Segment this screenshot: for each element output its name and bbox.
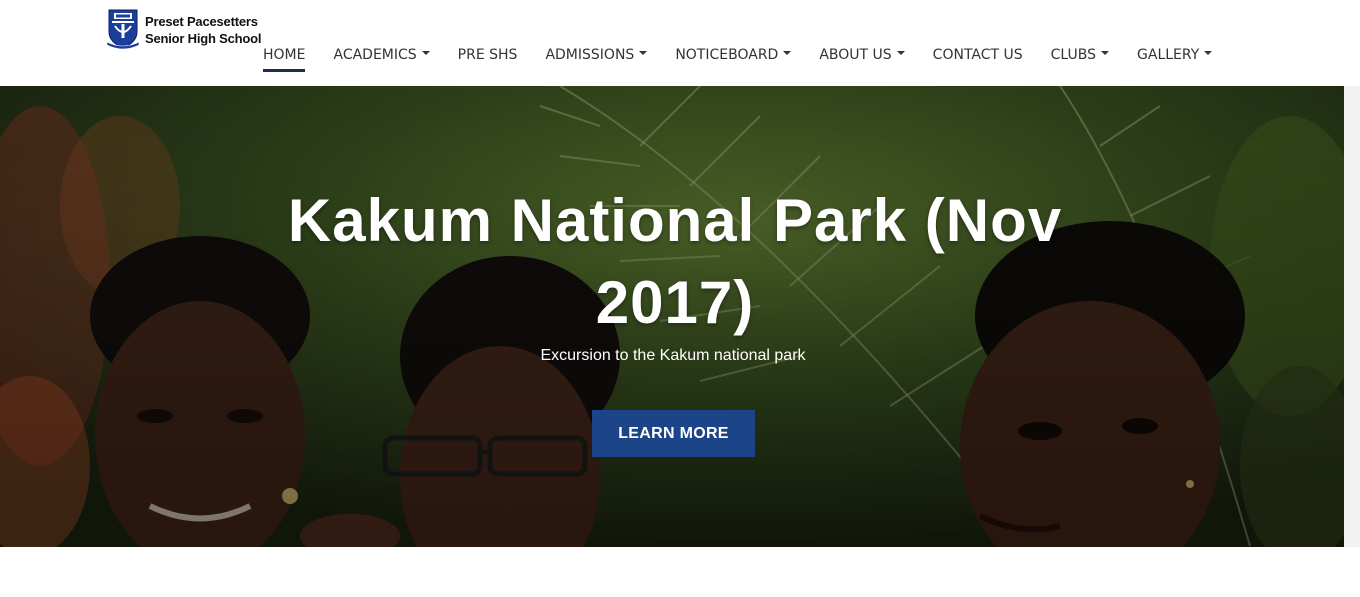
site-header: Preset Pacesetters Senior High School HO…: [0, 0, 1360, 86]
hero-title-line1: Kakum National Park (Nov: [287, 187, 1063, 254]
nav-pre-shs[interactable]: PRE SHS: [458, 44, 518, 72]
nav-home[interactable]: HOME: [263, 44, 306, 72]
caret-down-icon: [1204, 51, 1213, 55]
learn-more-button[interactable]: LEARN MORE: [592, 410, 755, 457]
caret-down-icon: [1101, 51, 1110, 55]
nav-pre-shs-label: PRE SHS: [457, 47, 518, 63]
nav-contact-us[interactable]: CONTACT US: [933, 44, 1023, 72]
nav-admissions[interactable]: ADMISSIONS: [545, 44, 648, 72]
hero-slider: Kakum National Park (Nov 2017) Excursion…: [0, 86, 1344, 547]
nav-about-us-label: ABOUT US: [819, 47, 892, 63]
hero-title-line2: 2017): [595, 269, 755, 336]
school-name-line2: Senior High School: [145, 31, 262, 46]
nav-noticeboard-label: NOTICEBOARD: [675, 47, 779, 63]
nav-noticeboard[interactable]: NOTICEBOARD: [675, 44, 792, 72]
nav-academics-label: ACADEMICS: [333, 47, 417, 63]
nav-home-label: HOME: [263, 47, 306, 63]
school-crest-icon: [106, 9, 140, 50]
school-name: Preset Pacesetters Senior High School: [145, 13, 261, 47]
brand-logo[interactable]: Preset Pacesetters Senior High School: [106, 8, 261, 50]
vertical-scrollbar[interactable]: [1344, 86, 1360, 547]
caret-down-icon: [896, 51, 905, 55]
caret-down-icon: [421, 51, 430, 55]
nav-gallery-label: GALLERY: [1137, 47, 1200, 63]
main-nav: HOME ACADEMICS PRE SHS ADMISSIONS NOTICE…: [263, 44, 1240, 72]
school-name-line1: Preset Pacesetters: [145, 14, 258, 29]
nav-academics[interactable]: ACADEMICS: [333, 44, 430, 72]
nav-about-us[interactable]: ABOUT US: [819, 44, 905, 72]
caret-down-icon: [783, 51, 792, 55]
nav-gallery[interactable]: GALLERY: [1137, 44, 1213, 72]
nav-clubs-label: CLUBS: [1050, 47, 1097, 63]
nav-clubs[interactable]: CLUBS: [1050, 44, 1110, 72]
caret-down-icon: [639, 51, 648, 55]
hero-subtitle: Excursion to the Kakum national park: [540, 347, 806, 364]
nav-admissions-label: ADMISSIONS: [545, 47, 635, 63]
hero-title: Kakum National Park (Nov 2017): [180, 180, 1170, 344]
nav-contact-us-label: CONTACT US: [932, 47, 1023, 63]
